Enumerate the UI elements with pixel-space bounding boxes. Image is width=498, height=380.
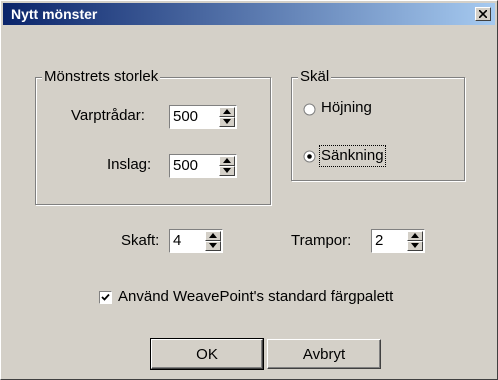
- treadles-spinner[interactable]: 2: [371, 229, 425, 253]
- weft-spinner[interactable]: 500: [169, 154, 237, 178]
- arrow-down-icon: [223, 168, 231, 173]
- shed-group: Skäl: [291, 69, 465, 181]
- arrow-down-icon: [223, 119, 231, 124]
- shafts-up-button[interactable]: [205, 231, 221, 241]
- arrow-down-icon: [411, 243, 419, 248]
- pattern-size-group: Mönstrets storlek: [35, 69, 271, 205]
- arrow-up-icon: [223, 158, 231, 163]
- warp-label: Varptrådar:: [71, 107, 145, 124]
- weft-label: Inslag:: [107, 156, 152, 173]
- treadles-up-button[interactable]: [407, 231, 423, 241]
- arrow-up-icon: [223, 109, 231, 114]
- shafts-down-button[interactable]: [205, 241, 221, 251]
- cancel-button[interactable]: Avbryt: [267, 339, 381, 369]
- close-x-icon: [479, 10, 487, 18]
- warp-threads-spinner[interactable]: 500: [169, 105, 237, 129]
- dialog-title: Nytt mönster: [11, 6, 98, 22]
- shafts-value[interactable]: 4: [173, 232, 181, 250]
- radio-sankning-label[interactable]: Sänkning: [319, 145, 386, 167]
- shed-legend: Skäl: [298, 68, 332, 85]
- treadles-down-button[interactable]: [407, 241, 423, 251]
- pattern-size-legend: Mönstrets storlek: [42, 68, 161, 85]
- close-button[interactable]: [475, 7, 491, 21]
- new-pattern-dialog: Nytt mönster Mönstrets storlek Varptråda…: [0, 0, 498, 380]
- radio-hojning-label[interactable]: Höjning: [321, 99, 372, 117]
- treadles-label: Trampor:: [291, 232, 352, 249]
- standard-palette-label[interactable]: Använd WeavePoint's standard färgpalett: [118, 288, 393, 306]
- arrow-up-icon: [209, 233, 217, 238]
- warp-threads-value[interactable]: 500: [173, 108, 198, 126]
- warp-down-button[interactable]: [219, 117, 235, 127]
- standard-palette-checkbox[interactable]: [99, 291, 112, 304]
- ok-button[interactable]: OK: [150, 338, 264, 370]
- shafts-label: Skaft:: [121, 232, 160, 249]
- treadles-value[interactable]: 2: [375, 232, 383, 250]
- weft-value[interactable]: 500: [173, 157, 198, 175]
- checkmark-icon: [101, 293, 110, 301]
- arrow-down-icon: [209, 243, 217, 248]
- weft-down-button[interactable]: [219, 166, 235, 176]
- weft-up-button[interactable]: [219, 156, 235, 166]
- title-bar[interactable]: Nytt mönster: [3, 3, 495, 25]
- arrow-up-icon: [411, 233, 419, 238]
- warp-up-button[interactable]: [219, 107, 235, 117]
- radio-sankning-icon[interactable]: [303, 150, 316, 163]
- radio-hojning-icon[interactable]: [303, 103, 316, 116]
- shafts-spinner[interactable]: 4: [169, 229, 223, 253]
